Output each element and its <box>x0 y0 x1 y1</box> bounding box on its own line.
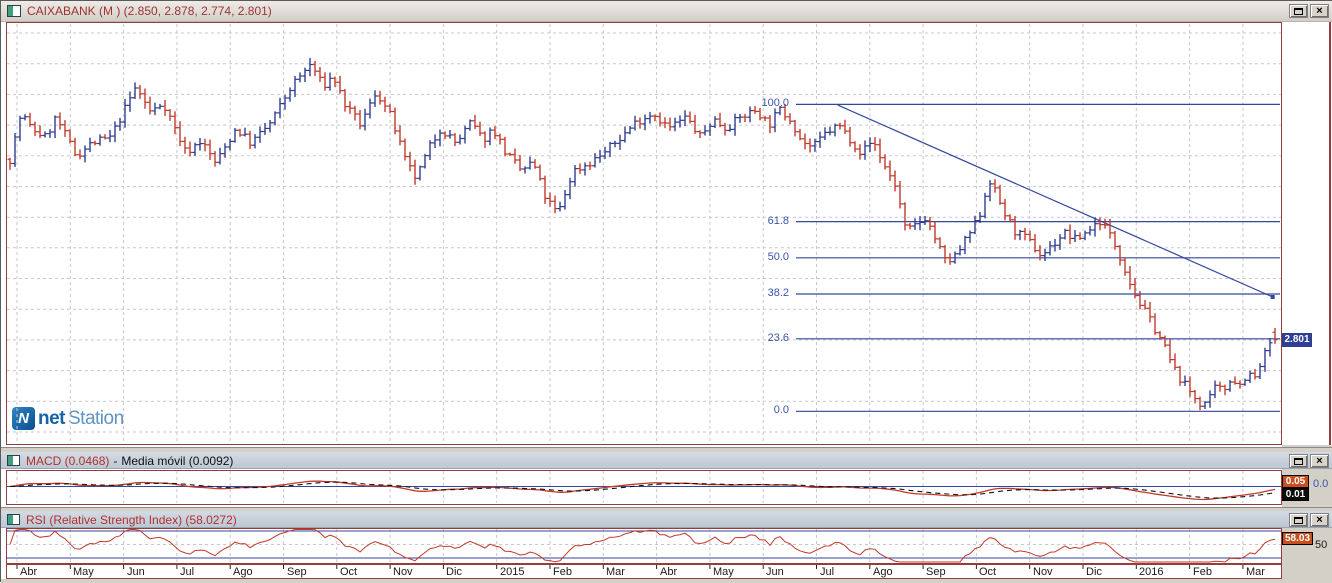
month-label: May <box>73 566 94 578</box>
macd-maximize-button[interactable] <box>1289 454 1308 468</box>
month-label: Oct <box>979 566 996 578</box>
maximize-icon <box>1294 458 1303 465</box>
month-label: May <box>713 566 734 578</box>
macd-plot[interactable] <box>6 470 1282 505</box>
macd-header[interactable]: MACD (0.0468)-Media móvil (0.0092) × <box>1 452 1332 469</box>
rsi-midline-label: 50 <box>1315 539 1327 551</box>
macd-title: MACD (0.0468) <box>26 454 109 468</box>
month-label: Feb <box>1193 566 1212 578</box>
fib-level-label: 38.2 <box>741 287 789 299</box>
rsi-panel-icon <box>7 514 20 525</box>
month-label: Nov <box>393 566 413 578</box>
macd-value-badge: 0.05 <box>1282 475 1309 488</box>
fib-level-label: 61.8 <box>741 215 789 227</box>
month-label: Abr <box>20 566 37 578</box>
maximize-icon <box>1294 517 1303 524</box>
fib-level-label: 50.0 <box>741 251 789 263</box>
fib-level-label: 0.0 <box>741 404 789 416</box>
month-label: Mar <box>606 566 625 578</box>
rsi-title: RSI (Relative Strength Index) (58.0272) <box>26 513 237 527</box>
chart-window-icon <box>7 5 21 17</box>
symbol-title: CAIXABANK (M ) (2.850, 2.878, 2.774, 2.8… <box>27 4 272 18</box>
fib-level-label: 100.0 <box>741 97 789 109</box>
macd-separator: - <box>109 454 121 468</box>
netstation-chart-window: CAIXABANK (M ) (2.850, 2.878, 2.774, 2.8… <box>0 0 1332 582</box>
price-axis: 2.22.42.62.83.03.23.43.63.84.04.24.44.64… <box>1282 22 1332 445</box>
close-button[interactable]: × <box>1310 4 1329 18</box>
month-label: Jun <box>766 566 784 578</box>
maximize-icon <box>1294 8 1303 15</box>
macd-signal-title: Media móvil (0.0092) <box>121 454 233 468</box>
month-label: Oct <box>340 566 357 578</box>
watermark-station: Station <box>68 408 124 430</box>
window-right-border <box>1329 22 1331 445</box>
window-footer <box>1 579 1332 583</box>
macd-zero-label: 0.0 <box>1313 478 1328 490</box>
month-label: Feb <box>553 566 572 578</box>
watermark-net: net <box>38 408 65 430</box>
maximize-button[interactable] <box>1289 4 1308 18</box>
month-label: Ago <box>873 566 893 578</box>
month-label: Dic <box>1086 566 1102 578</box>
month-label: Jun <box>127 566 145 578</box>
rsi-value-badge: 58.03 <box>1282 532 1313 545</box>
month-label: Sep <box>926 566 946 578</box>
month-label: Mar <box>1246 566 1265 578</box>
macd-panel-icon <box>7 455 20 466</box>
netstation-logo-icon: N <box>12 407 35 430</box>
rsi-header[interactable]: RSI (Relative Strength Index) (58.0272) … <box>1 511 1332 528</box>
month-label: 2015 <box>500 566 524 578</box>
month-label: Jul <box>180 566 194 578</box>
macd-close-button[interactable]: × <box>1310 454 1329 468</box>
month-label: Sep <box>287 566 307 578</box>
rsi-close-button[interactable]: × <box>1310 513 1329 527</box>
netstation-watermark: N netStation <box>12 407 124 430</box>
main-titlebar[interactable]: CAIXABANK (M ) (2.850, 2.878, 2.774, 2.8… <box>1 1 1332 22</box>
fib-level-label: 23.6 <box>741 332 789 344</box>
month-label: Nov <box>1033 566 1053 578</box>
month-label: Abr <box>660 566 677 578</box>
current-price-badge: 2.801 <box>1282 333 1312 347</box>
macd-signal-badge: 0.01 <box>1282 488 1309 501</box>
month-label: Jul <box>820 566 834 578</box>
rsi-plot[interactable] <box>6 528 1282 564</box>
price-chart-plot[interactable] <box>6 22 1282 445</box>
month-label: Dic <box>446 566 462 578</box>
month-label: Ago <box>233 566 253 578</box>
month-label: 2016 <box>1139 566 1163 578</box>
rsi-maximize-button[interactable] <box>1289 513 1308 527</box>
